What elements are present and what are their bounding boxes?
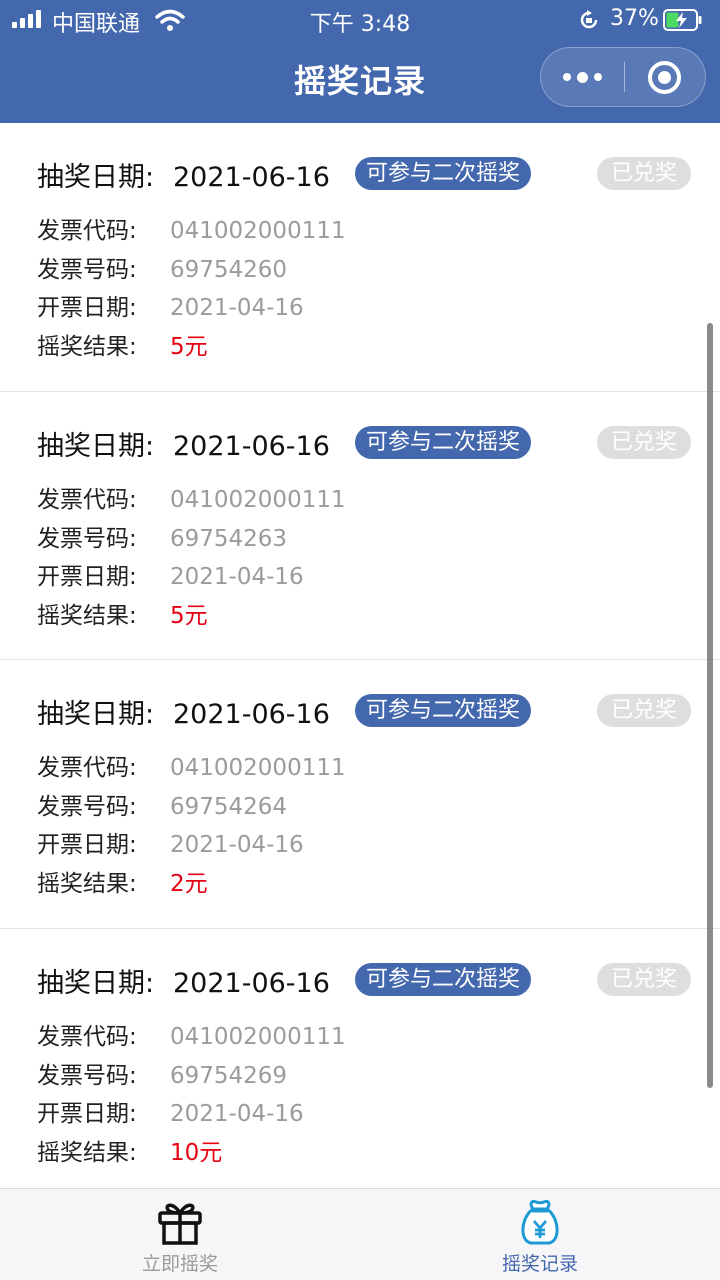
second-draw-badge[interactable]: 可参与二次摇奖 xyxy=(355,425,532,459)
status-bar: 中国联通 下午 3:48 37% xyxy=(0,0,720,40)
result-label: 摇奖结果: xyxy=(37,871,137,897)
more-button[interactable] xyxy=(541,48,624,106)
rotation-lock-icon xyxy=(580,10,598,29)
redeemed-badge: 已兑奖 xyxy=(597,694,691,727)
lottery-date-label: 抽奖日期: xyxy=(37,162,155,193)
tab-records[interactable]: 摇奖记录 xyxy=(360,1189,720,1280)
invoice-number-label: 发票号码: xyxy=(37,794,137,820)
invoice-code-value: 041002000111 xyxy=(170,1023,346,1050)
invoice-number-value: 69754269 xyxy=(170,1062,288,1089)
record-item[interactable]: 抽奖日期: 2021-06-16 可参与二次摇奖 已兑奖 发票代码: 0410020… xyxy=(0,929,720,1189)
record-item[interactable]: 抽奖日期: 2021-06-16 可参与二次摇奖 已兑奖 发票代码: 0410020… xyxy=(0,660,720,929)
invoice-code-row: 发票代码: 041002000111 xyxy=(37,211,346,245)
invoice-code-value: 041002000111 xyxy=(170,218,346,244)
tab-bar: 立即摇奖 摇奖记录 xyxy=(0,1188,720,1280)
invoice-number-value: 69754263 xyxy=(170,525,288,552)
record-list[interactable]: 抽奖日期: 2021-06-16 可参与二次摇奖 已兑奖 发票代码: 0410020… xyxy=(0,123,720,1188)
lottery-date-row: 抽奖日期: 2021-06-16 xyxy=(37,692,330,731)
invoice-number-label: 发票号码: xyxy=(37,257,137,283)
issue-date-value: 2021-04-16 xyxy=(170,1100,304,1127)
result-row: 摇奖结果: 5元 xyxy=(37,596,208,630)
lottery-date-label: 抽奖日期: xyxy=(37,430,155,462)
invoice-number-value: 69754260 xyxy=(170,257,288,283)
issue-date-value: 2021-04-16 xyxy=(170,832,304,858)
result-value: 10元 xyxy=(170,1139,223,1166)
invoice-code-row: 发票代码: 041002000111 xyxy=(37,1017,346,1051)
issue-date-row: 开票日期: 2021-04-16 xyxy=(37,557,304,591)
lottery-date-value: 2021-06-16 xyxy=(173,162,330,193)
invoice-code-row: 发票代码: 041002000111 xyxy=(37,748,346,782)
invoice-code-label: 发票代码: xyxy=(37,218,137,244)
result-value: 5元 xyxy=(170,334,208,360)
redeemed-badge: 已兑奖 xyxy=(597,962,691,996)
invoice-number-label: 发票号码: xyxy=(37,525,137,552)
lottery-date-value: 2021-06-16 xyxy=(173,430,330,462)
tab-draw-now[interactable]: 立即摇奖 xyxy=(0,1189,360,1280)
invoice-code-row: 发票代码: 041002000111 xyxy=(37,480,346,514)
invoice-code-label: 发票代码: xyxy=(37,1023,137,1050)
lottery-date-label: 抽奖日期: xyxy=(37,967,155,999)
invoice-code-value: 041002000111 xyxy=(170,486,346,513)
record-item[interactable]: 抽奖日期: 2021-06-16 可参与二次摇奖 已兑奖 发票代码: 0410020… xyxy=(0,392,720,660)
tab-draw-now-label: 立即摇奖 xyxy=(141,1253,218,1275)
lottery-date-row: 抽奖日期: 2021-06-16 xyxy=(37,155,330,194)
lottery-date-label: 抽奖日期: xyxy=(37,699,155,730)
invoice-number-label: 发票号码: xyxy=(37,1062,137,1089)
lottery-date-row: 抽奖日期: 2021-06-16 xyxy=(37,424,330,463)
invoice-number-value: 69754264 xyxy=(170,794,288,820)
issue-date-value: 2021-04-16 xyxy=(170,295,304,321)
issue-date-label: 开票日期: xyxy=(37,563,137,590)
lottery-date-row: 抽奖日期: 2021-06-16 xyxy=(37,961,330,1000)
result-row: 摇奖结果: 5元 xyxy=(37,327,208,361)
redeemed-badge: 已兑奖 xyxy=(597,425,691,459)
issue-date-label: 开票日期: xyxy=(37,832,137,858)
invoice-number-row: 发票号码: 69754260 xyxy=(37,250,287,284)
issue-date-label: 开票日期: xyxy=(37,295,137,321)
scrollbar[interactable] xyxy=(707,323,713,1088)
invoice-code-label: 发票代码: xyxy=(37,755,137,781)
invoice-code-label: 发票代码: xyxy=(37,486,137,513)
second-draw-badge[interactable]: 可参与二次摇奖 xyxy=(355,694,532,727)
issue-date-row: 开票日期: 2021-04-16 xyxy=(37,288,304,322)
result-label: 摇奖结果: xyxy=(37,334,137,360)
gift-icon xyxy=(158,1203,202,1245)
redeemed-badge: 已兑奖 xyxy=(597,157,691,190)
lottery-date-value: 2021-06-16 xyxy=(173,699,330,730)
lottery-date-value: 2021-06-16 xyxy=(173,967,330,999)
result-label: 摇奖结果: xyxy=(37,602,137,629)
invoice-number-row: 发票号码: 69754269 xyxy=(37,1056,287,1090)
result-row: 摇奖结果: 2元 xyxy=(37,864,208,898)
battery-charging-icon xyxy=(663,9,702,31)
issue-date-label: 开票日期: xyxy=(37,1100,137,1127)
issue-date-row: 开票日期: 2021-04-16 xyxy=(37,1094,304,1128)
tab-records-label: 摇奖记录 xyxy=(501,1253,578,1275)
close-button[interactable] xyxy=(648,61,681,94)
money-bag-icon xyxy=(521,1199,559,1245)
result-row: 摇奖结果: 10元 xyxy=(37,1133,222,1167)
second-draw-badge[interactable]: 可参与二次摇奖 xyxy=(355,157,532,190)
result-value: 2元 xyxy=(170,871,208,897)
second-draw-badge[interactable]: 可参与二次摇奖 xyxy=(355,962,532,996)
invoice-number-row: 发票号码: 69754263 xyxy=(37,519,287,553)
result-value: 5元 xyxy=(170,602,208,629)
record-item[interactable]: 抽奖日期: 2021-06-16 可参与二次摇奖 已兑奖 发票代码: 0410020… xyxy=(0,123,720,392)
mini-program-capsule xyxy=(540,47,706,107)
header: 中国联通 下午 3:48 37% 摇奖记录 xyxy=(0,0,720,123)
result-label: 摇奖结果: xyxy=(37,1139,137,1166)
invoice-code-value: 041002000111 xyxy=(170,755,346,781)
issue-date-value: 2021-04-16 xyxy=(170,563,304,590)
capsule-divider xyxy=(624,62,625,92)
invoice-number-row: 发票号码: 69754264 xyxy=(37,787,287,821)
issue-date-row: 开票日期: 2021-04-16 xyxy=(37,825,304,859)
battery-percent: 37% xyxy=(610,6,659,31)
